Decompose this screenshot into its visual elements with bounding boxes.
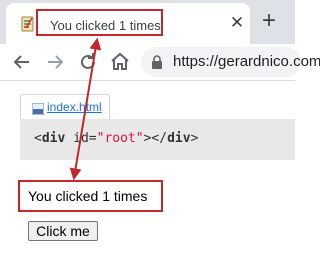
- file-tab-label[interactable]: index.html: [47, 100, 102, 114]
- arrow-left-icon[interactable]: [10, 50, 34, 74]
- toolbar-divider: [0, 80, 295, 81]
- code-close-tag: div: [167, 131, 191, 146]
- code-attr-name: id: [73, 131, 89, 146]
- toolbar: https://gerardnico.com: [0, 44, 320, 80]
- home-icon[interactable]: [108, 50, 132, 74]
- new-tab-button[interactable]: +: [258, 9, 280, 33]
- html-file-icon: [31, 102, 45, 116]
- reload-icon[interactable]: [76, 50, 100, 74]
- file-tab[interactable]: index.html: [20, 94, 110, 120]
- click-me-button[interactable]: Click me: [28, 221, 98, 241]
- output-highlight: [18, 180, 163, 212]
- browser-window: You clicked 1 times ✕ + https://gerardni…: [0, 0, 320, 265]
- tab-title-highlight: [36, 9, 163, 36]
- url-text: https://gerardnico.com: [173, 53, 320, 70]
- code-attr-value: "root": [96, 131, 144, 146]
- close-tab-icon[interactable]: ✕: [228, 14, 246, 32]
- code-line: <div id="root"></div>: [34, 131, 199, 146]
- code-block: <div id="root"></div>: [20, 119, 295, 160]
- notebook-favicon-icon: [20, 16, 36, 32]
- address-bar[interactable]: https://gerardnico.com: [141, 47, 320, 77]
- lock-icon[interactable]: [151, 55, 163, 69]
- code-open-tag: div: [41, 131, 66, 146]
- arrow-right-icon[interactable]: [43, 50, 67, 74]
